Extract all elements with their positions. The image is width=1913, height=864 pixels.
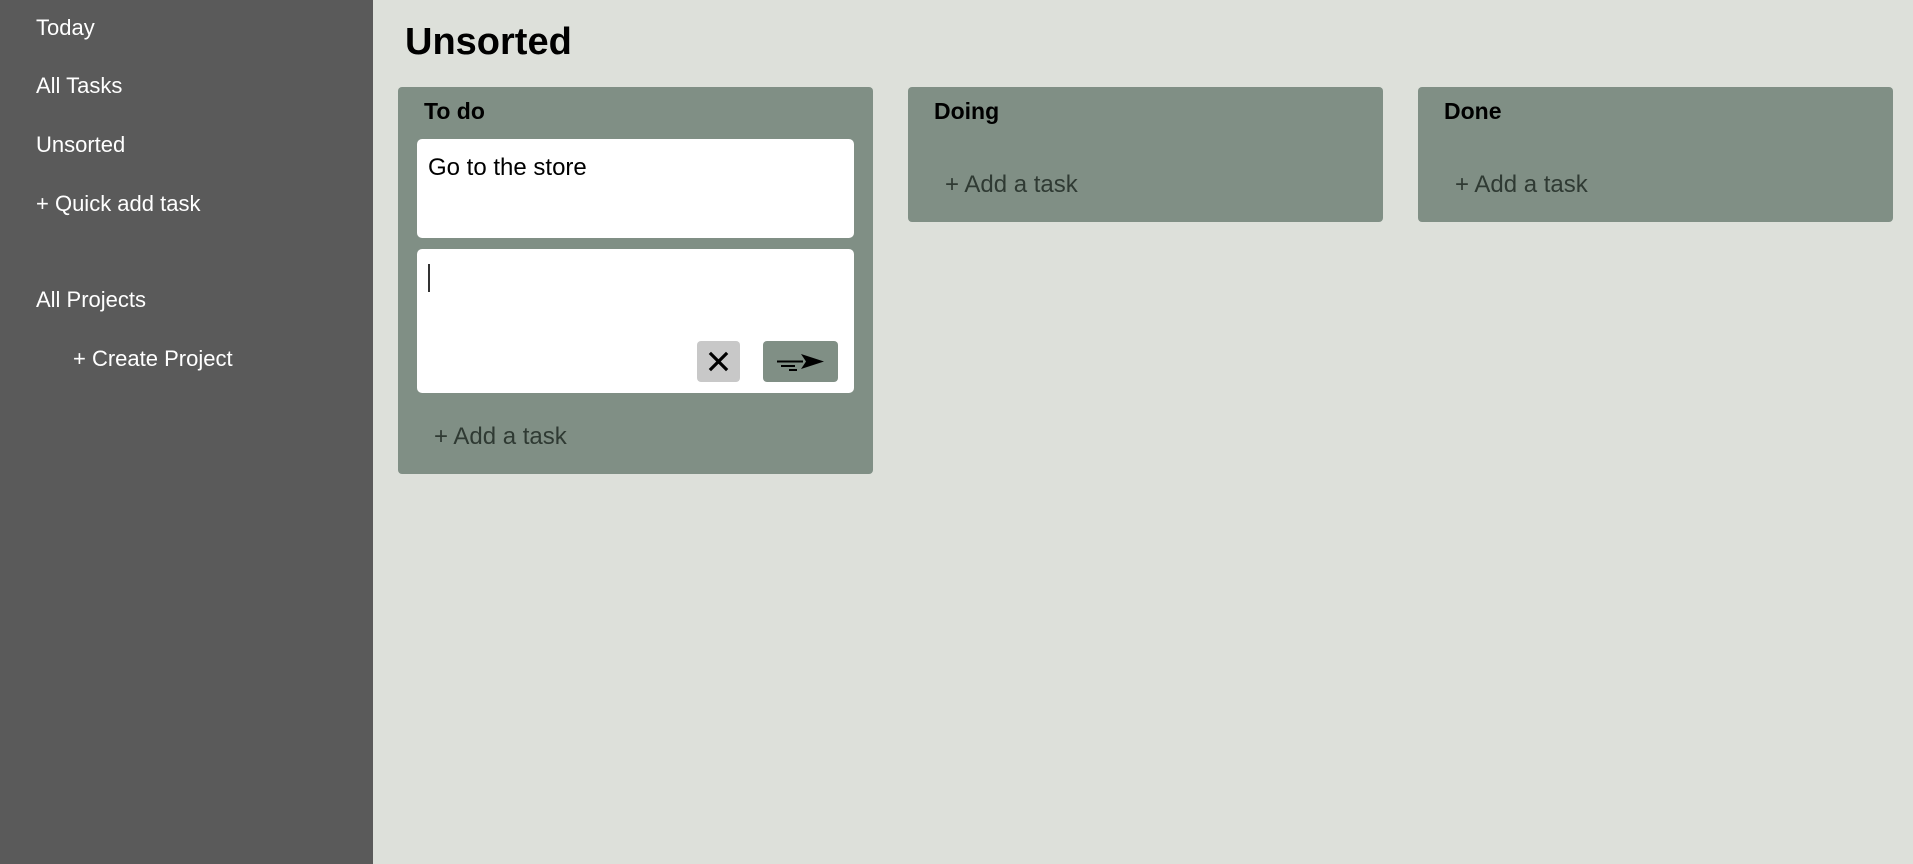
column-doing: Doing + Add a task: [908, 87, 1383, 222]
column-title: Done: [1444, 98, 1502, 124]
add-task-button[interactable]: + Add a task: [945, 171, 1078, 199]
send-arrow-icon: [763, 341, 838, 382]
sidebar-item-today[interactable]: Today: [36, 15, 95, 41]
page-title: Unsorted: [405, 21, 572, 63]
text-cursor: [428, 264, 430, 292]
close-icon: [697, 341, 740, 382]
new-task-input[interactable]: [427, 259, 837, 329]
column-todo: To do Go to the store + Add a task: [398, 87, 873, 474]
column-title: To do: [424, 98, 485, 124]
add-task-button[interactable]: + Add a task: [434, 423, 567, 451]
sidebar-item-all-projects[interactable]: All Projects: [36, 287, 146, 313]
submit-task-button[interactable]: [763, 341, 838, 382]
create-project-button[interactable]: + Create Project: [73, 346, 233, 372]
sidebar-item-all-tasks[interactable]: All Tasks: [36, 73, 122, 99]
column-done: Done + Add a task: [1418, 87, 1893, 222]
new-task-editor: [417, 249, 854, 393]
task-text: Go to the store: [428, 154, 587, 181]
column-title: Doing: [934, 98, 1000, 124]
task-card[interactable]: Go to the store: [417, 139, 854, 238]
sidebar-item-unsorted[interactable]: Unsorted: [36, 132, 125, 158]
quick-add-task-button[interactable]: + Quick add task: [36, 191, 200, 217]
add-task-button[interactable]: + Add a task: [1455, 171, 1588, 199]
cancel-button[interactable]: [697, 341, 740, 382]
sidebar: Today All Tasks Unsorted + Quick add tas…: [0, 0, 373, 864]
